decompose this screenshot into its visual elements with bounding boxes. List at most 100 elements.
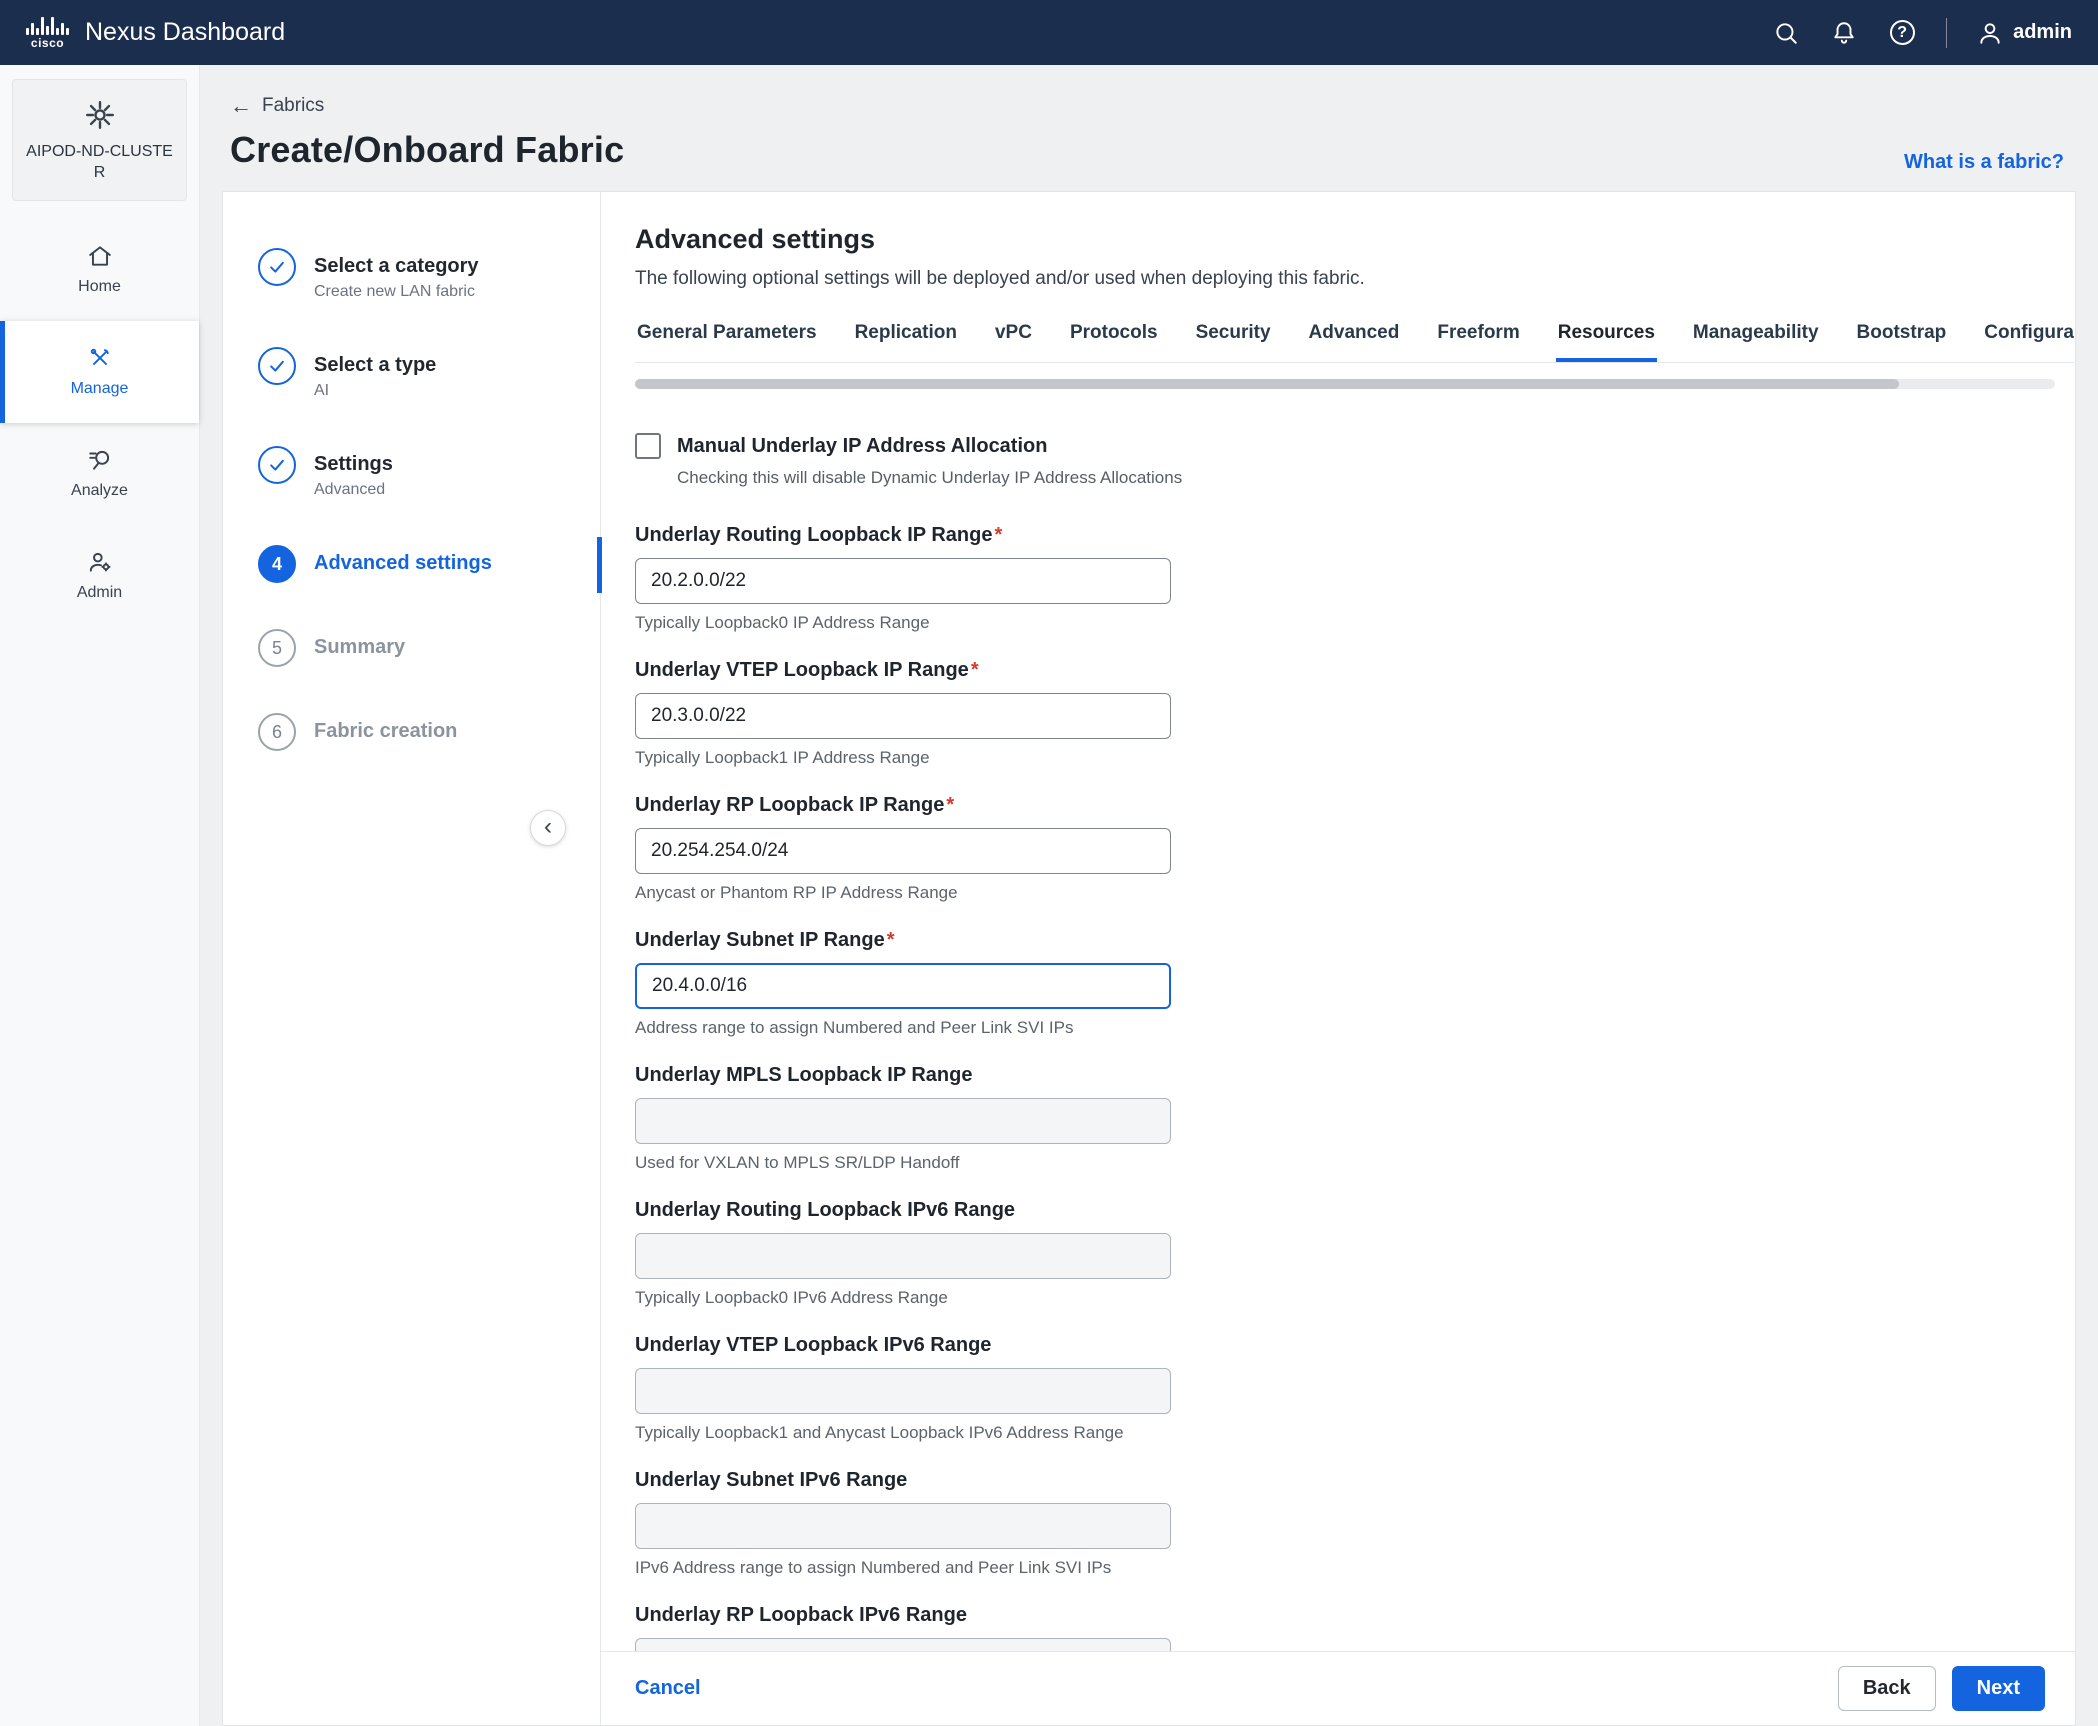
tab-bootstrap[interactable]: Bootstrap xyxy=(1855,318,1949,362)
checkbox-helper: Checking this will disable Dynamic Under… xyxy=(677,468,2075,488)
app-title: Nexus Dashboard xyxy=(85,18,285,49)
field-helper: Typically Loopback0 IPv6 Address Range xyxy=(635,1288,2075,1308)
breadcrumb-label: Fabrics xyxy=(262,95,324,117)
sidebar-item-home[interactable]: Home xyxy=(0,219,199,321)
field-input[interactable] xyxy=(635,1233,1171,1279)
user-icon xyxy=(1977,20,2003,46)
sidebar-item-label: Home xyxy=(78,278,121,296)
tab-freeform[interactable]: Freeform xyxy=(1435,318,1521,362)
tab-manageability[interactable]: Manageability xyxy=(1691,318,1821,362)
field-underlay-routing-loopback-ipv6-range: Underlay Routing Loopback IPv6 Range* Ty… xyxy=(635,1199,2075,1308)
tools-icon xyxy=(87,345,113,371)
field-underlay-routing-loopback-ip-range: Underlay Routing Loopback IP Range* Typi… xyxy=(635,524,2075,633)
bell-icon[interactable] xyxy=(1830,19,1858,47)
back-arrow-icon: ← xyxy=(230,95,252,117)
tab-replication[interactable]: Replication xyxy=(853,318,959,362)
tab-security[interactable]: Security xyxy=(1194,318,1273,362)
wizard-step-summary[interactable]: 5 Summary xyxy=(258,629,600,667)
what-is-fabric-link[interactable]: What is a fabric? xyxy=(1904,151,2064,174)
form-title: Advanced settings xyxy=(635,224,2075,255)
field-input[interactable] xyxy=(635,1368,1171,1414)
sidebar-item-admin[interactable]: Admin xyxy=(0,525,199,627)
field-label: Underlay Subnet IP Range xyxy=(635,929,885,951)
tabs-scrollbar xyxy=(635,379,2055,389)
field-input[interactable] xyxy=(635,828,1171,874)
cluster-selector[interactable]: AIPOD-ND-CLUSTER xyxy=(12,79,187,201)
step-indicator: 5 xyxy=(258,629,296,667)
field-label: Underlay RP Loopback IPv6 Range xyxy=(635,1604,967,1626)
field-underlay-mpls-loopback-ip-range: Underlay MPLS Loopback IP Range* Used fo… xyxy=(635,1064,2075,1173)
step-label: Fabric creation xyxy=(314,713,457,743)
wizard-step-settings[interactable]: 3 Settings Advanced xyxy=(258,446,600,499)
tab-configuration-backup[interactable]: Configuration Backup xyxy=(1982,318,2074,362)
field-label: Underlay Routing Loopback IPv6 Range xyxy=(635,1199,1015,1221)
topbar-divider xyxy=(1946,18,1947,48)
field-helper: IPv6 Address range to assign Numbered an… xyxy=(635,1558,2075,1578)
tab-label: Freeform xyxy=(1437,322,1519,343)
tab-general-parameters[interactable]: General Parameters xyxy=(635,318,819,362)
field-helper: Typically Loopback1 and Anycast Loopback… xyxy=(635,1423,2075,1443)
required-asterisk: * xyxy=(887,929,895,951)
checkbox-label: Manual Underlay IP Address Allocation xyxy=(677,435,1047,458)
cluster-icon xyxy=(83,98,117,132)
step-label: Select a type xyxy=(314,347,436,377)
step-indicator: 4 xyxy=(258,545,296,583)
sidebar-item-label: Manage xyxy=(71,380,129,398)
search-icon[interactable] xyxy=(1772,19,1800,47)
breadcrumb[interactable]: ← Fabrics xyxy=(230,95,324,117)
wizard-step-fabric-creation[interactable]: 6 Fabric creation xyxy=(258,713,600,751)
check-icon xyxy=(267,257,287,277)
cancel-button[interactable]: Cancel xyxy=(635,1677,701,1700)
field-label: Underlay VTEP Loopback IPv6 Range xyxy=(635,1334,991,1356)
tab-label: General Parameters xyxy=(637,322,817,343)
tab-label: Resources xyxy=(1558,322,1655,343)
tab-label: Configuration Backup xyxy=(1984,322,2074,343)
wizard-step-select-a-category[interactable]: 1 Select a category Create new LAN fabri… xyxy=(258,248,600,301)
form-area: Advanced settings The following optional… xyxy=(601,192,2075,1725)
step-label: Select a category xyxy=(314,248,479,278)
tab-protocols[interactable]: Protocols xyxy=(1068,318,1160,362)
cisco-logo-icon: cisco xyxy=(26,17,69,49)
wizard-card: 1 Select a category Create new LAN fabri… xyxy=(222,191,2076,1726)
field-input[interactable] xyxy=(635,693,1171,739)
collapse-steps-button[interactable]: ‹ xyxy=(530,810,566,846)
step-sublabel: Advanced xyxy=(314,481,393,499)
tab-label: vPC xyxy=(995,322,1032,343)
wizard-step-advanced-settings[interactable]: 4 Advanced settings xyxy=(258,545,600,583)
step-sublabel: Create new LAN fabric xyxy=(314,283,479,301)
field-label: Underlay Subnet IPv6 Range xyxy=(635,1469,907,1491)
sidebar-item-analyze[interactable]: Analyze xyxy=(0,423,199,525)
field-input[interactable] xyxy=(635,558,1171,604)
field-helper: Used for VXLAN to MPLS SR/LDP Handoff xyxy=(635,1153,2075,1173)
next-button[interactable]: Next xyxy=(1952,1666,2045,1711)
field-helper: Anycast or Phantom RP IP Address Range xyxy=(635,883,2075,903)
tab-label: Protocols xyxy=(1070,322,1158,343)
manual-underlay-checkbox[interactable] xyxy=(635,433,661,459)
field-input[interactable] xyxy=(635,1503,1171,1549)
field-label: Underlay VTEP Loopback IP Range xyxy=(635,659,969,681)
sidebar-item-manage[interactable]: Manage xyxy=(0,321,199,423)
back-button[interactable]: Back xyxy=(1838,1666,1936,1711)
tab-label: Replication xyxy=(855,322,957,343)
field-input[interactable] xyxy=(635,963,1171,1009)
step-indicator: 6 xyxy=(258,713,296,751)
tab-vpc[interactable]: vPC xyxy=(993,318,1034,362)
wizard-steps: 1 Select a category Create new LAN fabri… xyxy=(223,192,601,1725)
tabs-scrollbar-thumb[interactable] xyxy=(635,379,1899,389)
username: admin xyxy=(2013,21,2072,44)
wizard-step-select-a-type[interactable]: 2 Select a type AI xyxy=(258,347,600,400)
analyze-icon xyxy=(87,447,113,473)
tab-advanced[interactable]: Advanced xyxy=(1307,318,1402,362)
step-label: Advanced settings xyxy=(314,545,492,575)
step-indicator: 3 xyxy=(258,446,296,484)
help-icon[interactable]: ? xyxy=(1888,19,1916,47)
field-input[interactable] xyxy=(635,1098,1171,1144)
cisco-logo-text: cisco xyxy=(31,37,64,49)
check-icon xyxy=(267,356,287,376)
field-helper: Address range to assign Numbered and Pee… xyxy=(635,1018,2075,1038)
sidebar-item-label: Admin xyxy=(77,584,122,602)
page-title: Create/Onboard Fabric xyxy=(230,129,2068,171)
field-label: Underlay MPLS Loopback IP Range xyxy=(635,1064,972,1086)
user-menu[interactable]: admin xyxy=(1977,20,2072,46)
tab-resources[interactable]: Resources xyxy=(1556,318,1657,362)
